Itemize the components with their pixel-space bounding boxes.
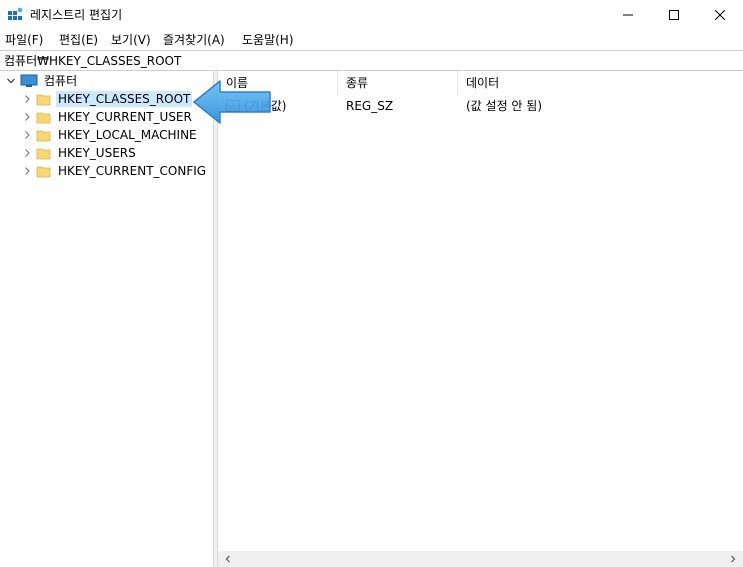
column-header-data[interactable]: 데이터 — [458, 71, 743, 95]
address-path: 컴퓨터₩HKEY_CLASSES_ROOT — [4, 54, 182, 68]
menu-favorites[interactable]: 즐겨찾기(A) — [162, 32, 226, 48]
chevron-left-icon — [225, 555, 230, 563]
values-list-pane: 이름 종류 데이터 ab (기본값) REG_SZ (값 설정 안 됨) — [218, 71, 743, 551]
scroll-left-button[interactable] — [220, 551, 236, 567]
tree-item-hkey-local-machine[interactable]: HKEY_LOCAL_MACHINE — [22, 126, 199, 144]
close-button[interactable] — [697, 0, 743, 30]
window-title: 레지스트리 편집기 — [30, 8, 123, 22]
tree-root-label: 컴퓨터 — [44, 74, 78, 88]
folder-icon — [36, 148, 51, 160]
menu-view[interactable]: 보기(V) — [110, 32, 152, 48]
chevron-right-icon[interactable] — [22, 112, 32, 122]
column-header-type[interactable]: 종류 — [338, 71, 458, 95]
folder-icon — [36, 166, 51, 178]
tree-item-label: HKEY_CURRENT_CONFIG — [58, 164, 207, 178]
chevron-down-icon[interactable] — [6, 76, 16, 86]
horizontal-scrollbar[interactable] — [218, 551, 743, 567]
tree-item-hkey-current-config[interactable]: HKEY_CURRENT_CONFIG — [22, 162, 208, 180]
menu-bar: 파일(F) 편집(E) 보기(V) 즐겨찾기(A) 도움말(H) — [0, 30, 743, 50]
tree-root-computer[interactable]: 컴퓨터 — [6, 72, 79, 90]
tree-pane: 컴퓨터 HKEY_CLASSES_ROOT HKEY_CURRENT_USER … — [0, 71, 213, 567]
scroll-right-button[interactable] — [725, 551, 741, 567]
tree-item-hkey-classes-root[interactable]: HKEY_CLASSES_ROOT — [22, 90, 193, 108]
tree-item-hkey-current-user[interactable]: HKEY_CURRENT_USER — [22, 108, 194, 126]
value-data: (값 설정 안 됨) — [466, 99, 543, 113]
folder-icon — [36, 130, 51, 142]
chevron-right-icon[interactable] — [22, 166, 32, 176]
value-type: REG_SZ — [346, 99, 394, 113]
menu-help[interactable]: 도움말(H) — [241, 32, 295, 48]
menu-edit[interactable]: 편집(E) — [58, 32, 99, 48]
folder-icon — [36, 112, 51, 124]
close-icon — [715, 10, 725, 20]
registry-editor-icon — [8, 7, 23, 20]
chevron-right-icon[interactable] — [22, 94, 32, 104]
tree-item-label: HKEY_CURRENT_USER — [58, 110, 192, 124]
chevron-right-icon — [731, 555, 736, 563]
pointer-arrow-icon — [193, 80, 271, 124]
chevron-right-icon[interactable] — [22, 148, 32, 158]
tree-item-hkey-users[interactable]: HKEY_USERS — [22, 144, 138, 162]
tree-item-label: HKEY_CLASSES_ROOT — [56, 91, 193, 107]
tree-item-label: HKEY_USERS — [58, 146, 136, 160]
address-bar[interactable]: 컴퓨터₩HKEY_CLASSES_ROOT — [0, 50, 743, 71]
folder-icon — [36, 94, 51, 106]
chevron-right-icon[interactable] — [22, 130, 32, 140]
menu-file[interactable]: 파일(F) — [4, 32, 44, 48]
minimize-icon — [623, 14, 633, 16]
maximize-icon — [669, 10, 679, 20]
tree-item-label: HKEY_LOCAL_MACHINE — [58, 128, 197, 142]
maximize-button[interactable] — [651, 0, 697, 30]
title-bar: 레지스트리 편집기 — [0, 0, 743, 30]
computer-icon — [20, 74, 38, 87]
value-row[interactable]: ab (기본값) REG_SZ (값 설정 안 됨) — [218, 97, 743, 115]
minimize-button[interactable] — [605, 0, 651, 30]
